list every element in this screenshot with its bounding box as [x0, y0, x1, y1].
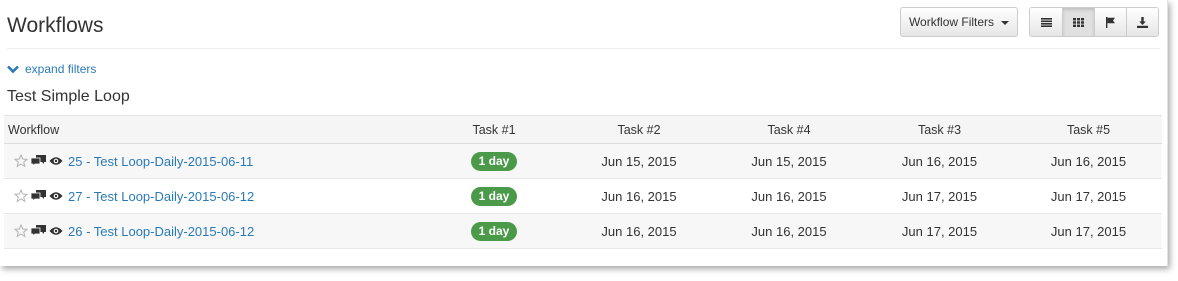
eye-icon[interactable] — [49, 156, 63, 166]
workflow-link[interactable]: 25 - Test Loop-Daily-2015-06-11 — [68, 154, 253, 169]
comments-icon[interactable] — [31, 155, 46, 167]
list-view-button[interactable] — [1030, 8, 1062, 36]
chevron-down-icon — [7, 65, 19, 74]
workflow-cell: 26 - Test Loop-Daily-2015-06-12 — [4, 213, 424, 249]
task4-cell: Jun 16, 2015 — [714, 213, 864, 249]
table-header-row: Workflow Task #1 Task #2 Task #4 Task #3… — [4, 115, 1162, 144]
task3-cell: Jun 16, 2015 — [864, 143, 1015, 179]
download-button[interactable] — [1126, 8, 1158, 36]
task2-cell: Jun 16, 2015 — [564, 178, 714, 214]
duration-badge: 1 day — [470, 186, 518, 206]
grid-view-button[interactable] — [1062, 8, 1094, 36]
star-icon[interactable] — [14, 224, 28, 238]
task2-cell: Jun 15, 2015 — [564, 143, 714, 179]
table-row: 25 - Test Loop-Daily-2015-06-11 1 day Ju… — [4, 143, 1162, 179]
task3-cell: Jun 17, 2015 — [864, 213, 1015, 249]
eye-icon[interactable] — [49, 191, 63, 201]
task5-cell: Jun 16, 2015 — [1015, 143, 1162, 179]
eye-icon[interactable] — [49, 226, 63, 236]
workflow-link[interactable]: 26 - Test Loop-Daily-2015-06-12 — [68, 224, 254, 239]
list-icon — [1040, 17, 1052, 27]
task1-cell: 1 day — [424, 178, 564, 214]
download-icon — [1137, 16, 1148, 28]
workflow-filters-label: Workflow Filters — [908, 15, 995, 29]
task4-cell: Jun 16, 2015 — [714, 178, 864, 214]
task1-cell: 1 day — [424, 143, 564, 179]
expand-filters-link[interactable]: expand filters — [7, 62, 96, 76]
column-header-task3[interactable]: Task #3 — [864, 115, 1015, 144]
flag-view-button[interactable] — [1094, 8, 1126, 36]
caret-down-icon — [1001, 21, 1010, 25]
task3-cell: Jun 17, 2015 — [864, 178, 1015, 214]
section-title: Test Simple Loop — [7, 88, 130, 105]
task5-cell: Jun 17, 2015 — [1015, 213, 1162, 249]
workflow-link[interactable]: 27 - Test Loop-Daily-2015-06-12 — [68, 189, 254, 204]
star-icon[interactable] — [14, 154, 28, 168]
task5-cell: Jun 17, 2015 — [1015, 178, 1162, 214]
column-header-task5[interactable]: Task #5 — [1015, 115, 1162, 144]
expand-filters-label: expand filters — [25, 62, 97, 76]
workflow-filters-button[interactable]: Workflow Filters — [900, 7, 1018, 37]
column-header-task4[interactable]: Task #4 — [714, 115, 864, 144]
grid-icon — [1073, 17, 1084, 27]
page-title: Workflows — [7, 14, 104, 37]
duration-badge: 1 day — [470, 151, 518, 171]
comments-icon[interactable] — [31, 190, 46, 202]
page-header: Workflows Workflow Filters — [7, 0, 1160, 49]
table-row: 26 - Test Loop-Daily-2015-06-12 1 day Ju… — [4, 213, 1162, 249]
workflows-table: Workflow Task #1 Task #2 Task #4 Task #3… — [4, 115, 1162, 249]
column-header-workflow[interactable]: Workflow — [4, 115, 424, 144]
column-header-task1[interactable]: Task #1 — [424, 115, 564, 144]
workflows-panel: Workflows Workflow Filters expand filter… — [0, 0, 1168, 266]
task2-cell: Jun 16, 2015 — [564, 213, 714, 249]
column-header-task2[interactable]: Task #2 — [564, 115, 714, 144]
star-icon[interactable] — [14, 189, 28, 203]
workflow-cell: 25 - Test Loop-Daily-2015-06-11 — [4, 143, 424, 179]
task4-cell: Jun 15, 2015 — [714, 143, 864, 179]
flag-icon — [1105, 16, 1116, 28]
workflow-cell: 27 - Test Loop-Daily-2015-06-12 — [4, 178, 424, 214]
duration-badge: 1 day — [470, 221, 518, 241]
comments-icon[interactable] — [31, 225, 46, 237]
view-toggle-group — [1029, 7, 1159, 37]
task1-cell: 1 day — [424, 213, 564, 249]
table-row: 27 - Test Loop-Daily-2015-06-12 1 day Ju… — [4, 178, 1162, 214]
